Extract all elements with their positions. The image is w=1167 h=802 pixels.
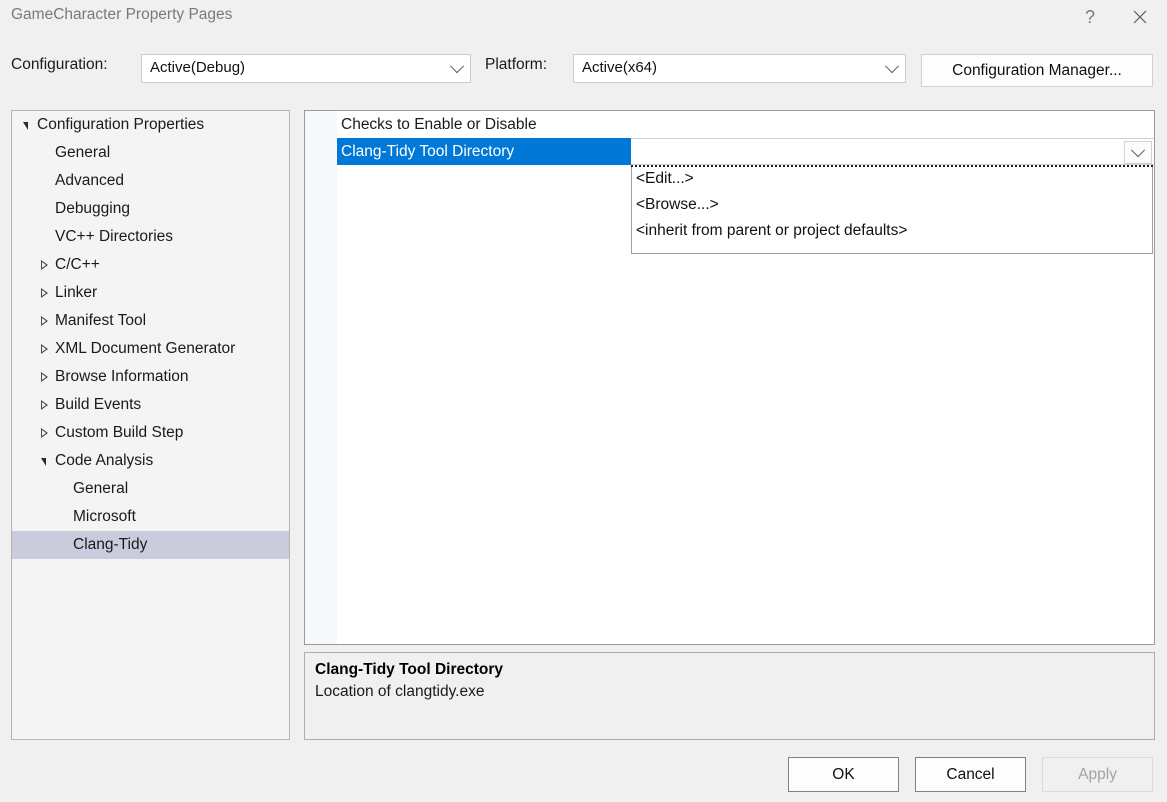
- dropdown-option[interactable]: <Browse...>: [632, 192, 1152, 218]
- tree-item-label: C/C++: [54, 256, 100, 274]
- tree-item-label: General: [54, 144, 110, 162]
- triangle-right-icon[interactable]: [34, 344, 54, 354]
- cancel-button-label: Cancel: [946, 766, 994, 784]
- chevron-down-icon: [887, 55, 897, 82]
- property-value[interactable]: [631, 111, 1154, 138]
- tree-item-manifest-tool[interactable]: Manifest Tool: [12, 307, 289, 335]
- tree-item-xml-document-generator[interactable]: XML Document Generator: [12, 335, 289, 363]
- ok-button-label: OK: [832, 766, 854, 784]
- triangle-right-icon[interactable]: [34, 260, 54, 270]
- property-name[interactable]: Checks to Enable or Disable: [337, 111, 631, 138]
- configuration-tree[interactable]: Configuration Properties General Advanced D…: [11, 110, 290, 740]
- triangle-right-icon[interactable]: [34, 316, 54, 326]
- apply-button: Apply: [1042, 757, 1153, 792]
- tree-item-label: Build Events: [54, 396, 141, 414]
- configuration-select-value: Active(Debug): [150, 59, 245, 76]
- close-icon: [1133, 10, 1147, 24]
- help-icon: ?: [1085, 8, 1095, 26]
- title-bar: GameCharacter Property Pages ?: [0, 0, 1167, 34]
- platform-select[interactable]: Active(x64): [573, 54, 906, 83]
- property-description-panel: Clang-Tidy Tool Directory Location of cl…: [304, 652, 1155, 740]
- property-value-dropdown-button[interactable]: [1124, 141, 1152, 164]
- tree-item-configuration-properties[interactable]: Configuration Properties: [12, 111, 289, 139]
- tree-item-label: General: [72, 480, 128, 498]
- tree-item-label: XML Document Generator: [54, 340, 235, 358]
- tree-item-microsoft[interactable]: Microsoft: [12, 503, 289, 531]
- tree-item-build-events[interactable]: Build Events: [12, 391, 289, 419]
- property-grid-gutter: [305, 111, 337, 644]
- tree-item-label: Browse Information: [54, 368, 189, 386]
- tree-item-label: Code Analysis: [54, 452, 153, 470]
- triangle-down-icon[interactable]: [16, 121, 36, 130]
- triangle-right-icon[interactable]: [34, 288, 54, 298]
- triangle-down-icon[interactable]: [34, 457, 54, 466]
- tree-item-label: Linker: [54, 284, 97, 302]
- tree-item-label: Advanced: [54, 172, 124, 190]
- cancel-button[interactable]: Cancel: [915, 757, 1026, 792]
- tree-item-label: Manifest Tool: [54, 312, 146, 330]
- tree-item-label: VC++ Directories: [54, 228, 173, 246]
- tree-item-label: Debugging: [54, 200, 130, 218]
- value-dropdown-list[interactable]: <Edit...><Browse...><inherit from parent…: [631, 166, 1153, 254]
- description-title: Clang-Tidy Tool Directory: [315, 661, 1144, 679]
- tree-item-linker[interactable]: Linker: [12, 279, 289, 307]
- platform-select-value: Active(x64): [582, 59, 657, 76]
- page-title: GameCharacter Property Pages: [11, 6, 232, 24]
- chevron-down-icon: [452, 55, 462, 82]
- triangle-right-icon[interactable]: [34, 428, 54, 438]
- tree-item-custom-build-step[interactable]: Custom Build Step: [12, 419, 289, 447]
- tree-item-general[interactable]: General: [12, 139, 289, 167]
- tree-item-label: Configuration Properties: [36, 116, 204, 134]
- configuration-manager-label: Configuration Manager...: [952, 62, 1122, 80]
- tree-item-advanced[interactable]: Advanced: [12, 167, 289, 195]
- apply-button-label: Apply: [1078, 766, 1117, 784]
- tree-item-browse-information[interactable]: Browse Information: [12, 363, 289, 391]
- configuration-select[interactable]: Active(Debug): [141, 54, 471, 83]
- tree-item-general[interactable]: General: [12, 475, 289, 503]
- triangle-right-icon[interactable]: [34, 372, 54, 382]
- dropdown-option[interactable]: <inherit from parent or project defaults…: [632, 218, 1152, 244]
- ok-button[interactable]: OK: [788, 757, 899, 792]
- tree-item-c-c[interactable]: C/C++: [12, 251, 289, 279]
- tree-item-vc-directories[interactable]: VC++ Directories: [12, 223, 289, 251]
- platform-label: Platform:: [485, 56, 547, 74]
- dropdown-option[interactable]: <Edit...>: [632, 166, 1152, 192]
- tree-item-code-analysis[interactable]: Code Analysis: [12, 447, 289, 475]
- description-body: Location of clangtidy.exe: [315, 683, 1144, 701]
- help-button[interactable]: ?: [1067, 0, 1113, 33]
- close-button[interactable]: [1117, 0, 1163, 33]
- property-row[interactable]: Checks to Enable or Disable: [305, 111, 1154, 138]
- chevron-down-icon: [1131, 143, 1145, 157]
- dropdown-focus-border: [631, 165, 1153, 167]
- tree-item-label: Clang-Tidy: [72, 536, 147, 554]
- tree-item-label: Custom Build Step: [54, 424, 183, 442]
- configuration-toolbar: Configuration: Active(Debug) Platform: A…: [0, 34, 1167, 108]
- property-row[interactable]: Clang-Tidy Tool Directory: [305, 138, 1154, 165]
- triangle-right-icon[interactable]: [34, 400, 54, 410]
- property-value[interactable]: [631, 138, 1154, 165]
- configuration-manager-button[interactable]: Configuration Manager...: [921, 54, 1153, 87]
- tree-item-debugging[interactable]: Debugging: [12, 195, 289, 223]
- configuration-label: Configuration:: [11, 56, 108, 74]
- property-name[interactable]: Clang-Tidy Tool Directory: [337, 138, 631, 165]
- tree-item-clang-tidy[interactable]: Clang-Tidy: [12, 531, 289, 559]
- tree-item-label: Microsoft: [72, 508, 136, 526]
